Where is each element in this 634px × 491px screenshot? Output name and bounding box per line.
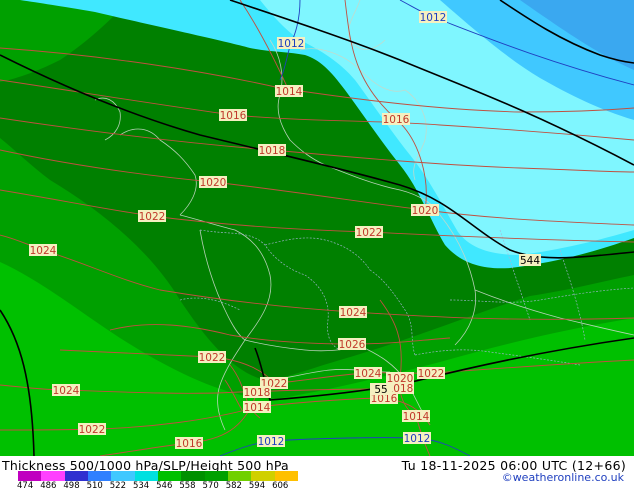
- slp-label-text: 1012: [258, 436, 285, 448]
- slp-label-text: 1024: [53, 385, 80, 397]
- legend-swatch: [87, 471, 112, 481]
- slp-label-text: 1022: [139, 211, 166, 223]
- slp-label: 1018: [258, 144, 286, 157]
- slp-label-text: 1022: [79, 424, 106, 436]
- height-label-text: 55: [374, 384, 387, 396]
- slp-label-text: 1020: [200, 177, 227, 189]
- slp-label: 1016: [175, 437, 203, 450]
- legend-swatch: [41, 471, 65, 481]
- slp-label: 1014: [402, 410, 430, 423]
- legend-swatch: [227, 471, 252, 481]
- slp-label-text: 1014: [276, 86, 303, 98]
- height-label: 544: [519, 254, 541, 267]
- slp-label: 1024: [52, 384, 80, 397]
- slp-label: 1016: [219, 109, 247, 122]
- slp-label-text: 1016: [383, 114, 410, 126]
- slp-label: 1020: [411, 204, 439, 217]
- slp-label: 1026: [338, 338, 366, 351]
- slp-label-text: 1018: [259, 145, 286, 157]
- legend-swatch: [134, 471, 158, 481]
- slp-label-text: 1020: [412, 205, 439, 217]
- slp-label-text: 1014: [244, 402, 271, 414]
- weather-map: 1012 1012 1014 1016 1016 1018 1020 1020 1022 1022…: [0, 0, 634, 491]
- legend-swatch: [251, 471, 275, 481]
- height-label: 55: [370, 383, 392, 396]
- legend-swatch: [111, 471, 135, 481]
- slp-label: 1014: [243, 401, 271, 414]
- legend-swatch: [204, 471, 228, 481]
- slp-label: 1024: [339, 306, 367, 319]
- slp-label-text: 1026: [339, 339, 366, 351]
- slp-label-text: 1018: [244, 387, 271, 399]
- slp-label-text: 1024: [30, 245, 57, 257]
- slp-label-text: 1016: [220, 110, 247, 122]
- legend-swatch: [18, 471, 42, 481]
- slp-label: 1020: [199, 176, 227, 189]
- slp-label: 1022: [198, 351, 226, 364]
- slp-label-text: 1012: [404, 433, 431, 445]
- map-canvas: 1012 1012 1014 1016 1016 1018 1020 1020 1022 1022…: [0, 0, 634, 456]
- slp-label: 1022: [78, 423, 106, 436]
- slp-label: 1024: [29, 244, 57, 257]
- credit-link[interactable]: ©weatheronline.co.uk: [502, 471, 624, 484]
- slp-label: 1012: [257, 435, 285, 448]
- slp-label-text: 1022: [356, 227, 383, 239]
- legend-swatch: [64, 471, 88, 481]
- slp-label-text: 1014: [403, 411, 430, 423]
- slp-label: 1022: [355, 226, 383, 239]
- legend-swatch: [181, 471, 205, 481]
- slp-label: 1022: [417, 367, 445, 380]
- slp-label-text: 1012: [420, 12, 447, 24]
- height-label-text: 544: [520, 255, 540, 267]
- slp-label: 1016: [382, 113, 410, 126]
- slp-label-text: 1022: [418, 368, 445, 380]
- slp-label: 1024: [354, 367, 382, 380]
- slp-label: 1022: [138, 210, 166, 223]
- slp-label-text: 1022: [199, 352, 226, 364]
- legend-swatch: [274, 471, 298, 481]
- slp-label: 1018: [243, 386, 271, 399]
- slp-label-text: 1012: [278, 38, 305, 50]
- legend-swatch: [157, 471, 182, 481]
- slp-label: 1012: [277, 37, 305, 50]
- slp-label-text: 1024: [355, 368, 382, 380]
- slp-label: 1014: [275, 85, 303, 98]
- slp-label: 1012: [403, 432, 431, 445]
- slp-label-text: 1024: [340, 307, 367, 319]
- slp-label-text: 1016: [176, 438, 203, 450]
- thickness-legend: [18, 471, 298, 481]
- slp-label: 1012: [419, 11, 447, 24]
